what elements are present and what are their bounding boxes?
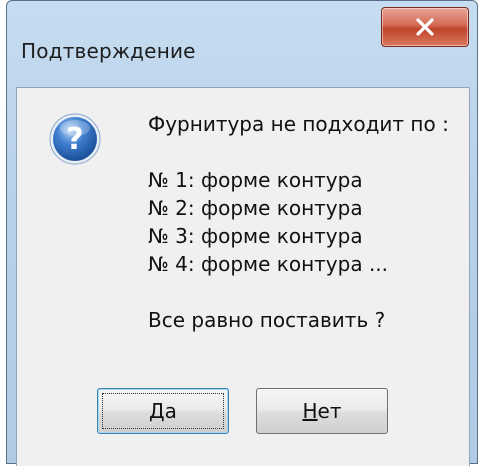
- title-bar[interactable]: Подтверждение: [7, 1, 477, 87]
- dialog-title: Подтверждение: [21, 39, 196, 63]
- yes-button[interactable]: Да: [97, 388, 229, 434]
- message-question: Все равно поставить ?: [148, 308, 386, 332]
- no-button[interactable]: Нет: [256, 388, 388, 434]
- close-button[interactable]: [381, 7, 469, 47]
- message-item: № 4: форме контура ...: [148, 252, 389, 276]
- no-label-rest: ет: [317, 399, 342, 423]
- message-item: № 3: форме контура: [148, 224, 363, 248]
- dialog-body: ? Фурнитура не подходит по : № 1: форме …: [16, 87, 470, 466]
- confirmation-dialog: Подтверждение ? Фурнитура не подходит по…: [6, 0, 478, 466]
- close-icon: [416, 18, 434, 36]
- no-mnemonic: Н: [302, 399, 318, 423]
- yes-label-rest: а: [164, 399, 177, 423]
- message-item: № 1: форме контура: [148, 168, 363, 192]
- yes-mnemonic: Д: [149, 399, 165, 423]
- question-glyph: ?: [66, 122, 83, 157]
- message-text: Фурнитура не подходит по : № 1: форме ко…: [148, 110, 449, 334]
- message-item: № 2: форме контура: [148, 196, 363, 220]
- message-heading: Фурнитура не подходит по :: [148, 112, 449, 136]
- question-icon: ?: [49, 113, 101, 165]
- yes-button-label: Да: [149, 399, 177, 423]
- no-button-label: Нет: [302, 399, 341, 423]
